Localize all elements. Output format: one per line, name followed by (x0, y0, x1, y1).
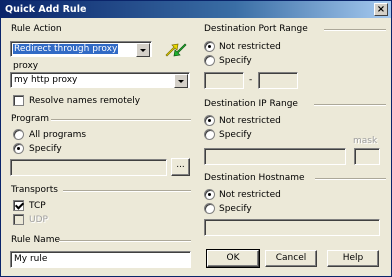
close-button[interactable]: × (374, 3, 388, 16)
title-bar: Quick Add Rule × (1, 1, 391, 18)
dest-ip-not-restricted-radio[interactable] (204, 115, 215, 126)
udp-checkbox[interactable] (13, 214, 24, 225)
program-all-label[interactable]: All programs (29, 129, 86, 141)
rule-action-select[interactable]: Redirect through proxy (10, 41, 152, 57)
dest-port-label: Destination Port Range (204, 24, 308, 34)
cancel-button[interactable]: Cancel (265, 250, 317, 267)
range-separator: - (249, 75, 253, 85)
dest-ip-label: Destination IP Range (204, 99, 298, 109)
tcp-checkbox[interactable] (13, 200, 24, 211)
dest-hostname-divider (315, 178, 386, 180)
program-all-radio[interactable] (13, 129, 24, 140)
transports-divider (63, 190, 191, 192)
dest-mask-input[interactable] (354, 148, 380, 165)
swap-arrows-icon[interactable] (164, 41, 188, 59)
ellipsis-icon: ... (176, 160, 185, 170)
dest-port-specify-radio[interactable] (204, 55, 215, 66)
proxy-label: proxy (13, 61, 39, 71)
dest-ip-specify-label[interactable]: Specify (219, 129, 252, 141)
dest-host-specify-label[interactable]: Specify (219, 203, 252, 215)
dest-ip-input[interactable] (204, 148, 346, 165)
rule-action-value: Redirect through proxy (13, 44, 119, 54)
program-divider (51, 119, 191, 121)
mask-label: mask (353, 136, 378, 146)
dest-port-divider (324, 29, 386, 31)
rule-name-value: My rule (14, 254, 48, 264)
rule-name-label: Rule Name (11, 235, 61, 245)
dest-port-not-restricted-radio[interactable] (204, 41, 215, 52)
help-button-label: Help (342, 253, 364, 263)
ok-button[interactable]: OK (206, 249, 260, 268)
resolve-names-checkbox[interactable] (13, 95, 24, 106)
rule-name-divider (59, 240, 191, 242)
program-path-input[interactable] (10, 159, 167, 176)
ok-button-label: OK (226, 253, 240, 263)
tcp-label[interactable]: TCP (29, 200, 46, 212)
udp-label: UDP (29, 215, 48, 225)
dest-host-not-restricted-radio[interactable] (204, 189, 215, 200)
program-specify-radio[interactable] (13, 143, 24, 154)
dest-port-to-input[interactable] (258, 72, 298, 89)
program-label: Program (11, 114, 49, 124)
cancel-button-label: Cancel (275, 253, 307, 263)
proxy-select[interactable]: my http proxy (10, 72, 190, 88)
close-icon: × (376, 4, 386, 15)
chevron-down-icon[interactable] (174, 74, 188, 88)
program-specify-label[interactable]: Specify (29, 143, 62, 155)
dest-ip-not-restricted-label[interactable]: Not restricted (219, 115, 281, 127)
proxy-value: my http proxy (14, 75, 78, 85)
resolve-names-label[interactable]: Resolve names remotely (29, 95, 140, 107)
dest-port-not-restricted-label[interactable]: Not restricted (219, 41, 281, 53)
dest-ip-divider (314, 104, 386, 106)
dest-port-specify-label[interactable]: Specify (219, 55, 252, 67)
transports-label: Transports (11, 185, 58, 195)
help-button[interactable]: Help (327, 250, 379, 267)
dest-host-not-restricted-label[interactable]: Not restricted (219, 189, 281, 201)
dest-host-input[interactable] (204, 219, 380, 236)
quick-add-rule-dialog: Quick Add Rule × Rule Action Redirect th… (0, 0, 392, 277)
window-title: Quick Add Rule (5, 4, 87, 15)
rule-action-label: Rule Action (11, 24, 62, 34)
rule-name-input[interactable]: My rule (10, 251, 191, 268)
chevron-down-icon[interactable] (136, 43, 150, 57)
dest-host-specify-radio[interactable] (204, 203, 215, 214)
dest-hostname-label: Destination Hostname (204, 173, 305, 183)
browse-button[interactable]: ... (171, 158, 190, 176)
dest-ip-specify-radio[interactable] (204, 129, 215, 140)
dest-port-from-input[interactable] (204, 72, 244, 89)
